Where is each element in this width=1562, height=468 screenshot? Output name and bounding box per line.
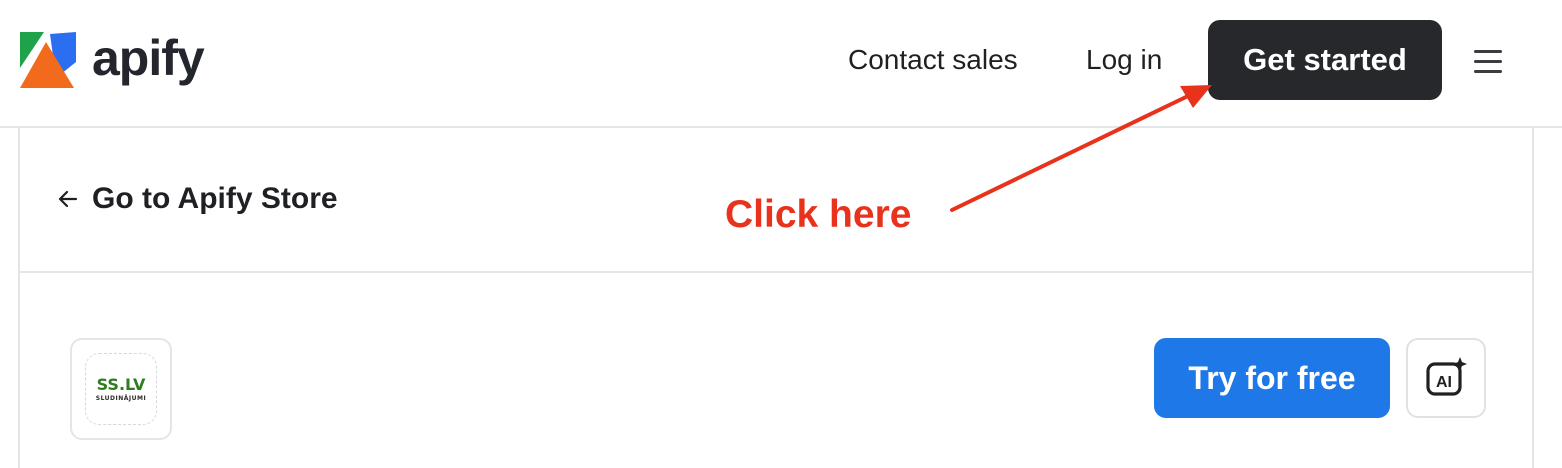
logo-subtitle: SLUDINĀJUMI bbox=[95, 395, 147, 402]
arrow-left-icon bbox=[58, 190, 78, 208]
contact-sales-link[interactable]: Contact sales bbox=[848, 42, 1018, 78]
logo-title: SS.LV bbox=[96, 375, 146, 394]
menu-icon[interactable] bbox=[1474, 50, 1502, 74]
back-label: Go to Apify Store bbox=[92, 182, 338, 215]
annotation-label: Click here bbox=[725, 193, 912, 236]
actor-card: Go to Apify Store SS.LV SLUDINĀJUMI Try … bbox=[18, 128, 1534, 468]
apify-logo-icon[interactable] bbox=[20, 32, 76, 88]
try-for-free-button[interactable]: Try for free bbox=[1154, 338, 1390, 418]
ai-assistant-button[interactable]: AI bbox=[1406, 338, 1486, 418]
ai-sparkle-icon: AI bbox=[1426, 357, 1467, 396]
get-started-button[interactable]: Get started bbox=[1208, 20, 1442, 100]
svg-text:AI: AI bbox=[1436, 374, 1452, 391]
actor-logo: SS.LV SLUDINĀJUMI bbox=[70, 338, 172, 440]
brand-name[interactable]: apify bbox=[92, 28, 205, 88]
back-to-store-link[interactable]: Go to Apify Store bbox=[56, 181, 338, 217]
log-in-link[interactable]: Log in bbox=[1086, 42, 1162, 78]
top-header: apify Contact sales Log in Get started bbox=[0, 0, 1562, 128]
